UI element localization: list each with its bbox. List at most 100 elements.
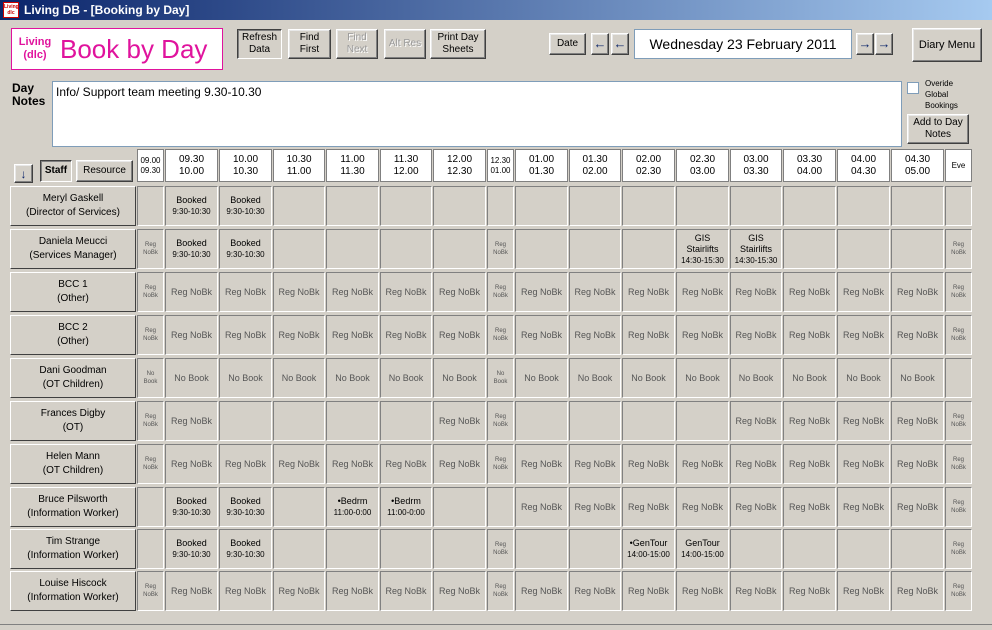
booking-slot[interactable] (676, 401, 729, 441)
booking-slot[interactable]: Reg NoBk (676, 571, 729, 611)
booking-slot[interactable]: Reg NoBk (326, 571, 379, 611)
booking-slot-booked[interactable]: •Bedrm 11:00-0:00 (380, 487, 432, 527)
booking-slot[interactable] (783, 229, 836, 269)
booking-slot[interactable]: Reg NoBk (783, 272, 836, 312)
booking-slot[interactable]: Reg NoBk (487, 444, 514, 484)
booking-slot[interactable]: Reg NoBk (433, 444, 486, 484)
booking-slot[interactable]: Reg NoBk (730, 487, 782, 527)
booking-slot[interactable] (380, 186, 432, 226)
booking-slot[interactable]: No Book (487, 358, 514, 398)
booking-slot[interactable]: Reg NoBk (730, 571, 782, 611)
booking-slot[interactable]: Reg NoBk (137, 401, 164, 441)
booking-slot[interactable] (891, 186, 944, 226)
booking-slot[interactable] (273, 186, 325, 226)
booking-slot[interactable]: Reg NoBk (380, 571, 432, 611)
booking-slot[interactable]: No Book (515, 358, 568, 398)
booking-slot[interactable]: Reg NoBk (219, 571, 272, 611)
booking-slot[interactable] (137, 186, 164, 226)
find-first-button[interactable]: Find First (288, 29, 331, 59)
booking-slot[interactable]: Reg NoBk (219, 444, 272, 484)
booking-slot[interactable]: No Book (783, 358, 836, 398)
booking-slot[interactable] (515, 186, 568, 226)
booking-slot[interactable]: Reg NoBk (730, 272, 782, 312)
booking-slot[interactable]: No Book (165, 358, 218, 398)
booking-slot[interactable]: Reg NoBk (569, 315, 621, 355)
booking-slot[interactable]: Reg NoBk (730, 444, 782, 484)
booking-slot-booked[interactable]: GIS Stairlifts 14:30-15:30 (730, 229, 782, 269)
booking-slot-booked[interactable]: Booked 9:30-10:30 (219, 186, 272, 226)
booking-slot[interactable] (569, 529, 621, 569)
booking-slot[interactable]: Reg NoBk (433, 315, 486, 355)
booking-slot[interactable] (433, 229, 486, 269)
booking-slot[interactable]: No Book (326, 358, 379, 398)
staff-row-label[interactable]: Daniela Meucci (Services Manager) (10, 229, 136, 269)
booking-slot[interactable]: Reg NoBk (433, 401, 486, 441)
booking-slot[interactable]: Reg NoBk (622, 444, 675, 484)
booking-slot[interactable]: Reg NoBk (380, 444, 432, 484)
booking-slot[interactable] (945, 358, 972, 398)
booking-slot[interactable] (676, 186, 729, 226)
booking-slot[interactable] (273, 229, 325, 269)
refresh-data-button[interactable]: Refresh Data (237, 29, 282, 59)
booking-slot[interactable]: No Book (380, 358, 432, 398)
booking-slot[interactable]: Reg NoBk (676, 487, 729, 527)
booking-slot[interactable]: Reg NoBk (515, 315, 568, 355)
booking-slot[interactable]: Reg NoBk (326, 272, 379, 312)
booking-slot[interactable]: Reg NoBk (487, 401, 514, 441)
booking-slot[interactable]: Reg NoBk (891, 315, 944, 355)
booking-slot[interactable]: No Book (273, 358, 325, 398)
booking-slot[interactable]: No Book (219, 358, 272, 398)
booking-slot[interactable]: Reg NoBk (515, 272, 568, 312)
booking-slot[interactable] (433, 529, 486, 569)
booking-slot[interactable]: Reg NoBk (515, 444, 568, 484)
booking-slot[interactable]: No Book (569, 358, 621, 398)
booking-slot-booked[interactable]: GenTour 14:00-15:00 (676, 529, 729, 569)
next-week-button[interactable]: → (875, 33, 893, 55)
booking-slot[interactable] (569, 401, 621, 441)
booking-slot[interactable]: Reg NoBk (433, 571, 486, 611)
booking-slot[interactable]: Reg NoBk (945, 229, 972, 269)
booking-slot[interactable]: Reg NoBk (165, 315, 218, 355)
booking-slot-booked[interactable]: •Bedrm 11:00-0:00 (326, 487, 379, 527)
staff-row-label[interactable]: Tim Strange (Information Worker) (10, 529, 136, 569)
booking-slot[interactable]: Reg NoBk (326, 444, 379, 484)
booking-slot[interactable]: Reg NoBk (730, 315, 782, 355)
booking-slot[interactable]: Reg NoBk (326, 315, 379, 355)
booking-slot[interactable] (783, 186, 836, 226)
date-button[interactable]: Date (549, 33, 586, 55)
booking-slot[interactable]: Reg NoBk (783, 315, 836, 355)
booking-slot[interactable]: Reg NoBk (783, 571, 836, 611)
staff-row-label[interactable]: Frances Digby (OT) (10, 401, 136, 441)
booking-slot[interactable]: No Book (676, 358, 729, 398)
booking-slot[interactable] (837, 529, 890, 569)
booking-slot[interactable]: Reg NoBk (837, 571, 890, 611)
booking-slot[interactable]: Reg NoBk (137, 571, 164, 611)
booking-slot[interactable]: Reg NoBk (891, 444, 944, 484)
booking-slot[interactable]: Reg NoBk (137, 315, 164, 355)
booking-slot[interactable] (622, 229, 675, 269)
booking-slot-booked[interactable]: Booked 9:30-10:30 (165, 186, 218, 226)
prev-week-button[interactable]: ← (591, 33, 609, 55)
booking-slot[interactable]: Reg NoBk (837, 272, 890, 312)
booking-slot[interactable]: No Book (730, 358, 782, 398)
booking-slot[interactable]: No Book (622, 358, 675, 398)
override-checkbox[interactable] (907, 82, 919, 94)
print-day-sheets-button[interactable]: Print Day Sheets (430, 29, 486, 59)
booking-slot[interactable] (515, 229, 568, 269)
booking-slot[interactable]: Reg NoBk (837, 401, 890, 441)
booking-slot[interactable]: Reg NoBk (945, 571, 972, 611)
booking-slot[interactable]: Reg NoBk (273, 315, 325, 355)
booking-slot[interactable] (487, 487, 514, 527)
booking-slot[interactable]: Reg NoBk (676, 272, 729, 312)
booking-slot-booked[interactable]: Booked 9:30-10:30 (219, 229, 272, 269)
booking-slot[interactable]: No Book (837, 358, 890, 398)
booking-slot[interactable] (326, 529, 379, 569)
booking-slot[interactable]: Reg NoBk (380, 315, 432, 355)
booking-slot[interactable]: No Book (433, 358, 486, 398)
booking-slot[interactable]: Reg NoBk (569, 571, 621, 611)
booking-slot[interactable] (891, 529, 944, 569)
booking-slot-booked[interactable]: Booked 9:30-10:30 (165, 487, 218, 527)
booking-slot[interactable]: No Book (891, 358, 944, 398)
booking-slot[interactable] (273, 529, 325, 569)
booking-slot[interactable]: Reg NoBk (622, 571, 675, 611)
